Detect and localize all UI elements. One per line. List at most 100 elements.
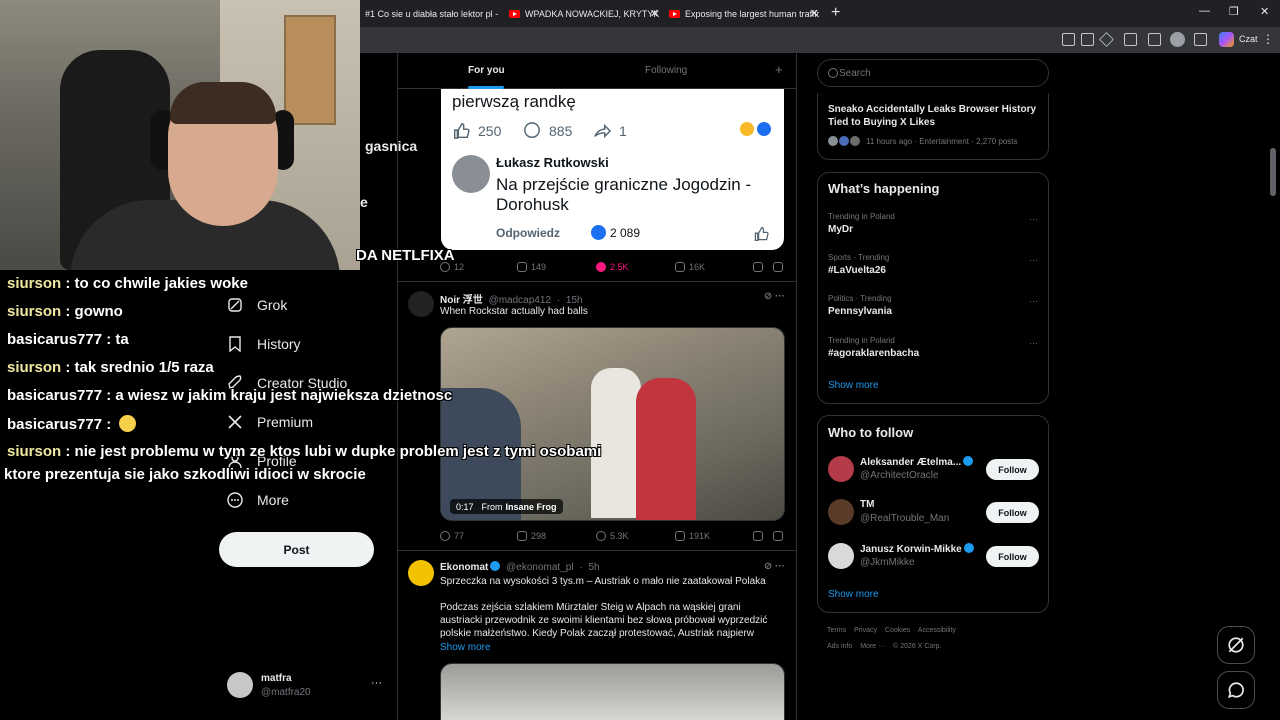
webcam-overlay [0,0,360,270]
menu-icon[interactable] [1194,33,1207,46]
thumbs-up-icon[interactable] [753,226,769,242]
search-input[interactable] [839,64,1039,82]
video-player[interactable]: 0:17 From Insane Frog [440,327,785,521]
bookmark-button[interactable] [753,531,767,541]
follow-button[interactable]: Follow [986,502,1039,523]
reply-text: Na przejście graniczne Jogodzin - Dorohu… [496,175,752,214]
browser-tab[interactable]: Exposing the largest human traffic ✕ [669,4,819,24]
share-button[interactable] [773,262,787,272]
more-options-icon[interactable]: ⊘ ··· [764,291,785,302]
footer-link[interactable]: Accessibility [918,627,956,634]
nav-item-history[interactable]: History [227,332,301,356]
show-more-link[interactable]: Show more [440,642,491,653]
browser-tab[interactable]: WPADKA NOWACKIEJ, KRYTYKA T ✕ [509,4,659,24]
split-screen-icon[interactable] [1062,33,1075,46]
footer-link[interactable]: More ··· [860,643,885,650]
footer-link[interactable]: Privacy [854,627,877,634]
trend-item[interactable]: Trending in Poland MyDr ··· [828,212,1038,235]
minimize-icon[interactable]: — [1199,5,1210,17]
reader-icon[interactable] [1081,33,1094,46]
news-headline[interactable]: Sneako Accidentally Leaks Browser Histor… [828,103,1040,129]
show-more-link[interactable]: Show more [828,589,879,600]
footer-links: Terms Privacy Cookies Accessibility [827,627,1047,634]
search-box[interactable] [817,59,1049,87]
author-handle[interactable]: @ekonomat_pl [506,562,573,573]
follow-suggestion[interactable]: Aleksander Ætelma... @ArchitectOracle Fo… [828,456,1040,486]
close-icon[interactable]: ✕ [650,7,659,20]
repost-button[interactable]: 149 [517,262,546,272]
tweet-header: Noir 浮世 @madcap412 · 15h ⊘ ··· [440,291,785,306]
post-image[interactable] [440,663,785,720]
emoji-icon [119,415,137,432]
trend-item[interactable]: Politics · Trending Pennsylvania ··· [828,294,1038,317]
like-count[interactable]: 250 [452,122,501,140]
video-source[interactable]: Insane Frog [506,502,557,512]
profile-avatar[interactable] [1170,32,1185,47]
trend-item[interactable]: Sports · Trending #LaVuelta26 ··· [828,253,1038,276]
more-options-icon[interactable]: ··· [1029,255,1038,265]
browser-menu-icon[interactable]: ⋮ [1262,32,1274,46]
tab-following[interactable]: Following [645,65,687,76]
avatar[interactable] [408,291,434,317]
follow-button[interactable]: Follow [986,546,1039,567]
scrollbar-thumb[interactable] [1270,148,1276,196]
nav-item-grok[interactable]: Grok [227,293,287,317]
close-icon[interactable]: ✕ [810,7,819,20]
nav-item-premium[interactable]: Premium [227,410,313,434]
chat-message: siurson : to co chwile jakies woke [7,275,248,292]
reply-action-link[interactable]: Odpowiedz [496,226,560,240]
comment-count[interactable]: 885 [523,122,572,140]
bookmark-button[interactable] [753,262,767,272]
author-name[interactable]: Ekonomat [440,562,488,573]
more-options-icon[interactable]: ··· [371,677,382,689]
more-options-icon[interactable]: ⊘ ··· [764,561,785,572]
browser-tab[interactable]: #1 Co sie u diabła stało lektor pl - [365,4,500,24]
footer-link[interactable]: Ads info [827,643,852,650]
share-icon [773,531,783,541]
avatar[interactable] [408,560,434,586]
trend-item[interactable]: Trending in Poland #agoraklarenbacha ··· [828,336,1038,359]
tweet-time[interactable]: 5h [588,562,599,573]
favorites-icon[interactable] [1148,33,1161,46]
window-close-icon[interactable]: ✕ [1260,5,1269,18]
share-button[interactable] [773,531,787,541]
quoted-post-text: pierwszą randkę [452,92,576,111]
share-icon [773,262,783,272]
copilot-icon[interactable] [1219,32,1234,47]
grok-fab[interactable] [1217,626,1255,664]
tab-for-you[interactable]: For you [468,65,505,76]
views-button[interactable]: 191K [675,531,710,541]
add-tab-icon[interactable]: + [775,62,783,77]
show-more-link[interactable]: Show more [828,380,879,391]
like-reaction-icon [757,122,771,136]
footer-link[interactable]: Cookies [885,627,910,634]
like-button[interactable]: 2.5K [596,262,629,272]
follow-button[interactable]: Follow [986,459,1039,480]
follow-suggestion[interactable]: Janusz Korwin-Mikke @JkmMikke Follow [828,543,1040,573]
more-circle-icon [227,492,243,508]
repost-button[interactable]: 298 [517,531,546,541]
footer-copyright: © 2026 X Corp. [893,643,942,650]
extensions-icon[interactable] [1124,33,1137,46]
share-count[interactable]: 1 [593,122,627,140]
more-options-icon[interactable]: ··· [1029,214,1038,224]
quoted-post-card[interactable]: pierwszą randkę 250 885 1 Łukasz Rutkows… [441,89,784,250]
like-button[interactable]: 5.3K [596,531,629,541]
account-switcher[interactable]: matfra @matfra20 ··· [227,672,387,702]
more-options-icon[interactable]: ··· [1029,296,1038,306]
footer-link[interactable]: Terms [827,627,846,634]
reply-button[interactable]: 77 [440,531,464,541]
reply-like-count: 2 089 [591,225,640,240]
chat-button[interactable]: Czat [1239,34,1258,44]
maximize-icon[interactable]: ❐ [1229,5,1239,18]
nav-item-more[interactable]: More [227,488,289,512]
tweet-header: Ekonomat @ekonomat_pl · 5h ⊘ ··· [440,561,785,573]
tab-title: #1 Co sie u diabła stało lektor pl - [365,9,499,19]
messages-fab[interactable] [1217,671,1255,709]
views-button[interactable]: 16K [675,262,705,272]
new-tab-button[interactable]: + [831,4,840,22]
follow-suggestion[interactable]: TM @RealTrouble_Man Follow [828,499,1040,529]
more-options-icon[interactable]: ··· [1029,338,1038,348]
tab-title: Exposing the largest human traffic [685,9,819,19]
post-button[interactable]: Post [219,532,374,567]
